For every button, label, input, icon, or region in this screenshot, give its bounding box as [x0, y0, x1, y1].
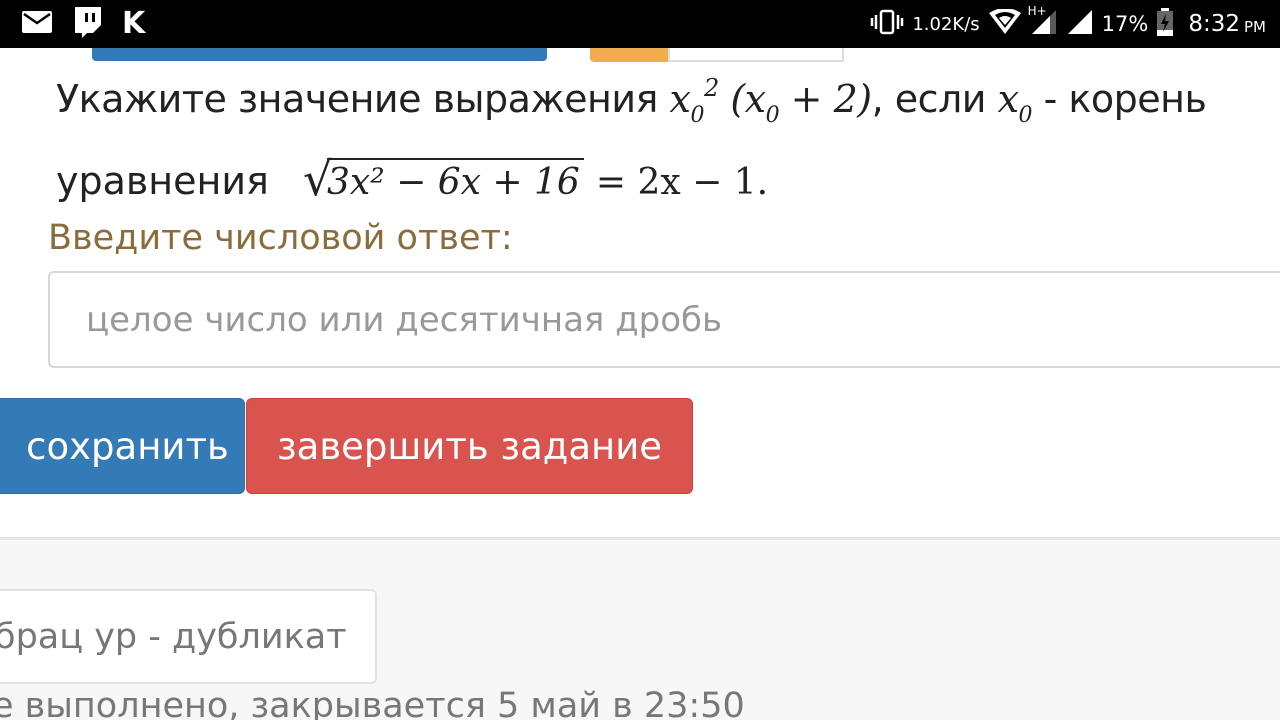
top-orange-button[interactable]	[590, 48, 670, 62]
sqrt-expression: √ 3x² − 6x + 16	[303, 152, 584, 206]
signal-icon	[1066, 8, 1094, 41]
var-x: x	[744, 77, 766, 121]
network-type: H+	[1027, 3, 1047, 18]
sub-0: 0	[1018, 103, 1033, 128]
sub-0: 0	[690, 103, 704, 128]
network-speed: 1.02K/s	[912, 13, 980, 35]
twitch-icon	[72, 6, 102, 42]
var-x: x	[997, 77, 1019, 121]
problem-text-koren: - корень	[1043, 77, 1207, 121]
var-x0-2: x0	[997, 77, 1033, 128]
mobile-signal: H+	[1028, 4, 1058, 41]
clock-time: 8:32	[1188, 11, 1240, 37]
mail-icon	[22, 11, 52, 37]
status-bar: K 1.02K/s H+ 17% 8:32 PM	[0, 0, 1280, 48]
problem-text-start: Укажите значение выражения	[56, 77, 658, 121]
top-blue-button[interactable]	[92, 48, 547, 61]
problem-text-esli: , если	[871, 77, 987, 121]
equation-rhs: = 2x − 1.	[595, 162, 769, 203]
paren-rest: + 2)	[790, 77, 872, 121]
duplicate-item[interactable]: брац ур - дубликат	[0, 589, 377, 684]
save-button[interactable]: сохранить	[0, 398, 245, 494]
radical-sign: √	[303, 152, 333, 206]
sup-2: 2	[703, 74, 719, 102]
wifi-icon	[988, 7, 1022, 40]
top-input[interactable]	[668, 48, 844, 62]
sub-0: 0	[765, 103, 780, 128]
finish-task-button[interactable]: завершить задание	[246, 398, 693, 494]
problem-line-2: уравнения √ 3x² − 6x + 16 = 2x − 1.	[56, 152, 769, 206]
var-x: x	[669, 77, 691, 121]
problem-line-1: Укажите значение выражения x02 (x0 + 2),…	[56, 74, 1207, 128]
var-x0: x02	[669, 74, 720, 128]
paren-expr: (x0 + 2)	[730, 77, 872, 128]
answer-label: Введите числовой ответ:	[48, 218, 513, 258]
radicand: 3x² − 6x + 16	[327, 158, 584, 203]
vibrate-icon	[870, 9, 904, 40]
notification-icons: K	[22, 6, 146, 42]
answer-input[interactable]	[48, 271, 1280, 368]
system-icons: 1.02K/s H+ 17% 8:32 PM	[870, 0, 1266, 48]
battery-charging-icon	[1156, 7, 1174, 41]
battery-percent: 17%	[1101, 12, 1149, 36]
clock-ampm: PM	[1244, 18, 1266, 36]
problem-text-uravneniya: уравнения	[56, 159, 269, 203]
k-app-icon: K	[122, 6, 146, 41]
deadline-text: е выполнено, закрывается 5 май в 23:50	[0, 686, 745, 720]
